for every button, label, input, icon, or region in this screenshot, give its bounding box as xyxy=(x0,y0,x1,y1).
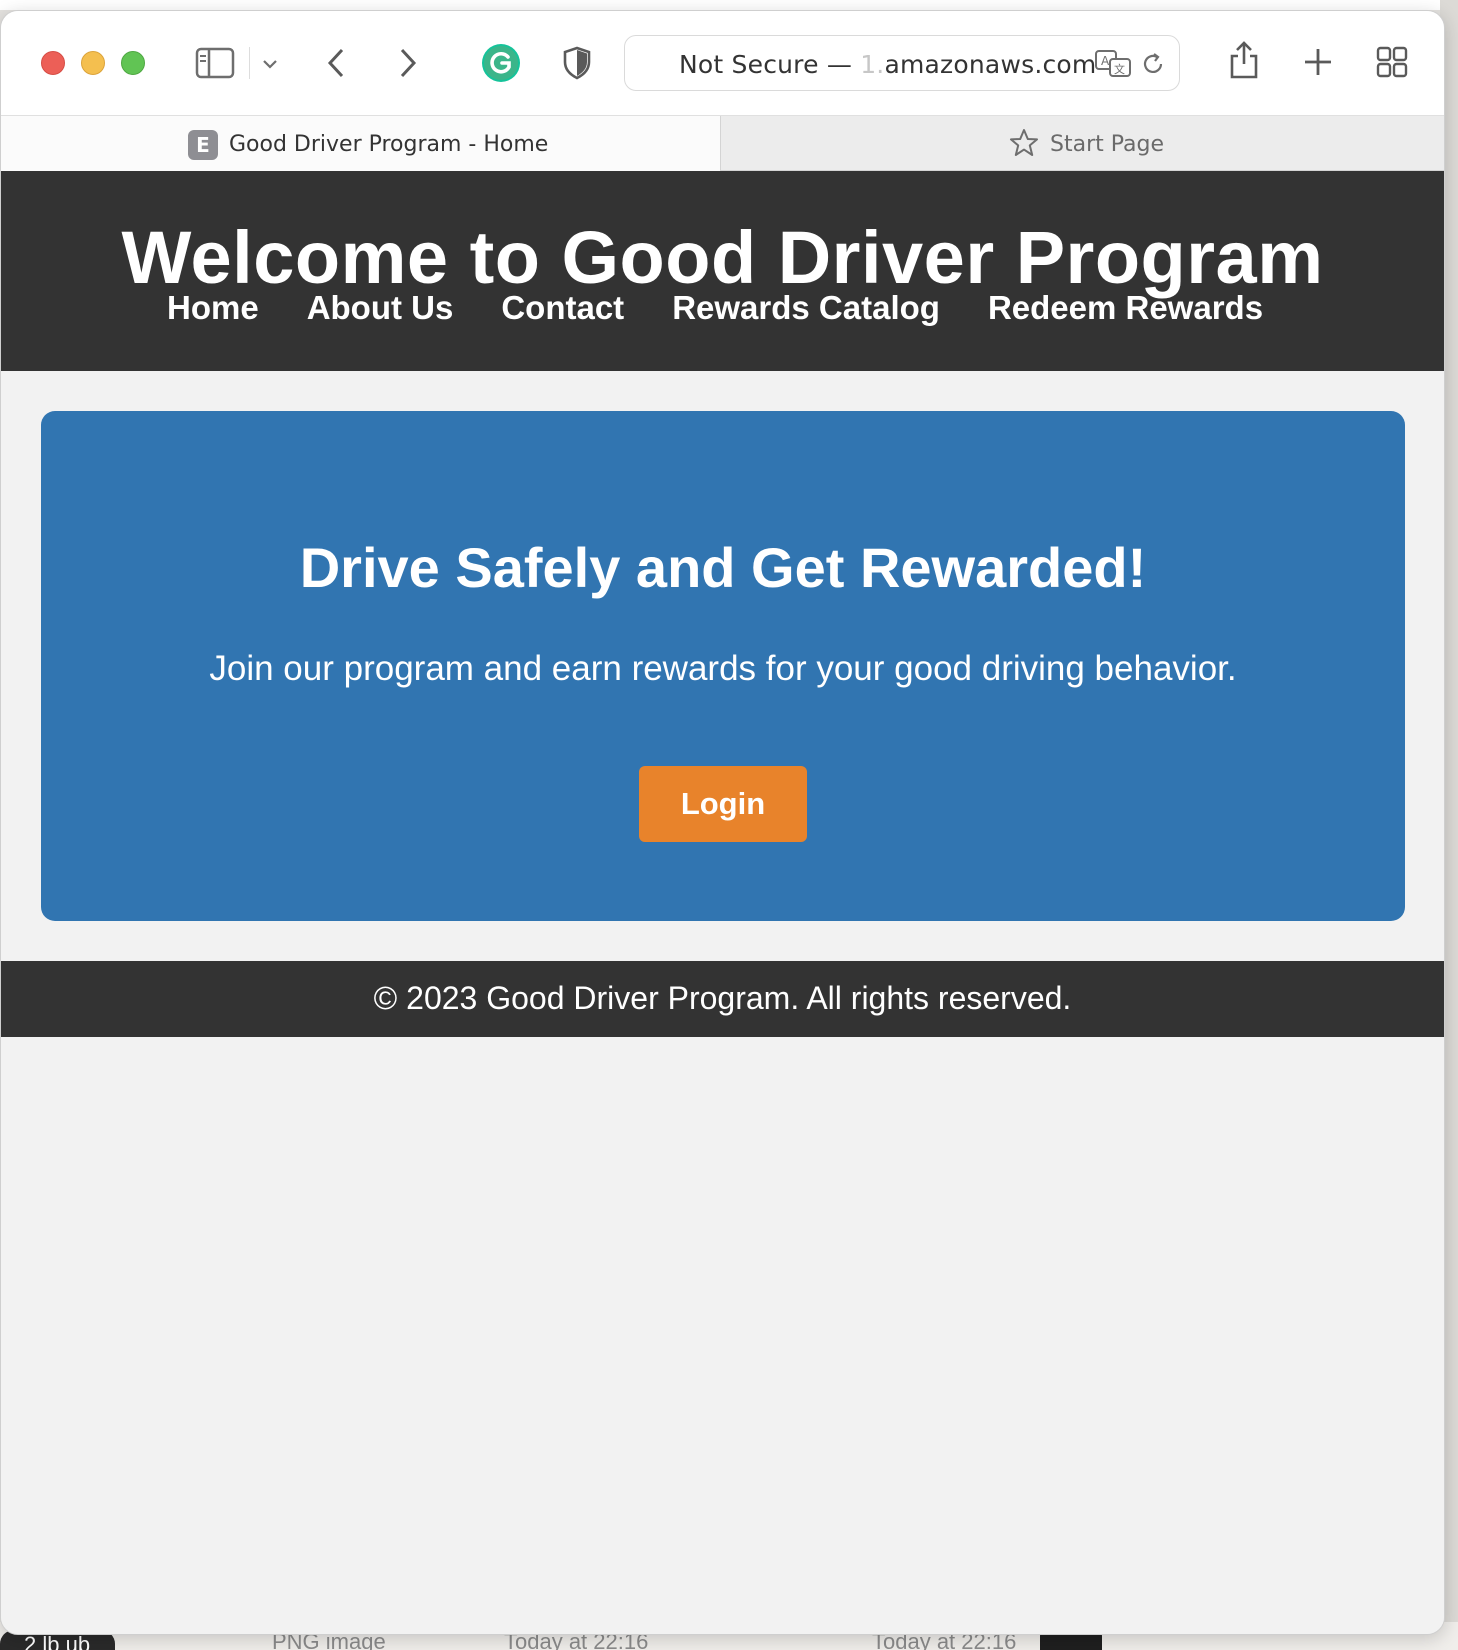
reload-icon[interactable] xyxy=(1139,50,1167,78)
security-label: Not Secure — xyxy=(679,50,853,79)
tab-title: Good Driver Program - Home xyxy=(229,132,549,157)
tab-title: Start Page xyxy=(1050,132,1164,157)
browser-toolbar: Not Secure — 1.amazonaws.com A文 xyxy=(1,11,1444,115)
address-host: amazonaws.com xyxy=(884,50,1097,79)
tab-favicon: E xyxy=(188,130,218,160)
main-nav: Home About Us Contact Rewards Catalog Re… xyxy=(167,289,1311,327)
desktop-top-edge xyxy=(0,0,1458,10)
address-host-prefix: 1. xyxy=(860,50,885,79)
chevron-down-icon[interactable] xyxy=(259,53,281,75)
close-window-button[interactable] xyxy=(41,51,65,75)
svg-text:A: A xyxy=(1101,54,1110,68)
svg-text:文: 文 xyxy=(1114,62,1125,76)
site-header: Welcome to Good Driver Program Home Abou… xyxy=(1,171,1444,371)
nav-link-about-us[interactable]: About Us xyxy=(307,289,454,327)
web-page: Welcome to Good Driver Program Home Abou… xyxy=(1,171,1444,1634)
hero-banner: Drive Safely and Get Rewarded! Join our … xyxy=(41,411,1405,921)
toolbar-divider xyxy=(249,47,250,79)
nav-link-contact[interactable]: Contact xyxy=(501,289,624,327)
login-button[interactable]: Login xyxy=(639,766,807,842)
nav-link-home[interactable]: Home xyxy=(167,289,259,327)
site-title: Welcome to Good Driver Program xyxy=(121,216,1324,299)
address-text: Not Secure — 1.amazonaws.com xyxy=(679,50,1096,79)
tab-overview-icon[interactable] xyxy=(1375,45,1409,79)
sidebar-icon[interactable] xyxy=(195,45,235,81)
browser-window: Not Secure — 1.amazonaws.com A文 E Good D… xyxy=(0,10,1445,1635)
back-icon[interactable] xyxy=(323,45,349,81)
tab-bar: E Good Driver Program - Home Start Page xyxy=(1,115,1444,172)
minimize-window-button[interactable] xyxy=(81,51,105,75)
nav-link-rewards-catalog[interactable]: Rewards Catalog xyxy=(672,289,940,327)
zoom-window-button[interactable] xyxy=(121,51,145,75)
address-bar[interactable]: Not Secure — 1.amazonaws.com A文 xyxy=(624,35,1180,91)
grammarly-icon[interactable] xyxy=(481,43,521,83)
footer-copyright: © 2023 Good Driver Program. All rights r… xyxy=(373,980,1072,1016)
translate-icon[interactable]: A文 xyxy=(1093,48,1133,80)
site-footer: © 2023 Good Driver Program. All rights r… xyxy=(1,961,1444,1037)
shield-icon[interactable] xyxy=(561,45,593,81)
star-icon xyxy=(1009,128,1039,163)
share-icon[interactable] xyxy=(1227,39,1261,81)
hero-title: Drive Safely and Get Rewarded! xyxy=(299,536,1147,599)
plus-icon[interactable] xyxy=(1301,45,1335,79)
tab-good-driver-home[interactable]: E Good Driver Program - Home xyxy=(1,116,721,172)
forward-icon[interactable] xyxy=(395,45,421,81)
nav-link-redeem-rewards[interactable]: Redeem Rewards xyxy=(988,289,1263,327)
hero-text: Join our program and earn rewards for yo… xyxy=(209,649,1237,688)
